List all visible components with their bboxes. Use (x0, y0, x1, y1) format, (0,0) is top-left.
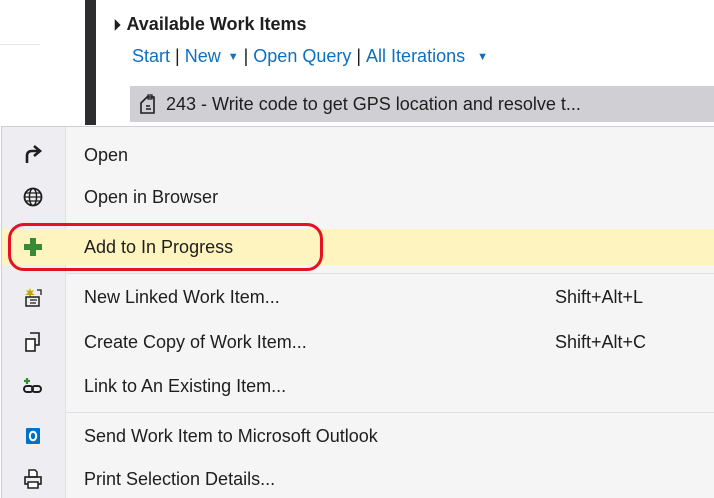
menu-item-open-in-browser[interactable]: Open in Browser (2, 179, 714, 215)
menu-item-new-linked-work-item[interactable]: New Linked Work Item... Shift+Alt+L (2, 279, 714, 315)
menu-label: Link to An Existing Item... (84, 375, 287, 396)
iterations-dropdown-icon[interactable]: ▼ (477, 51, 488, 63)
all-iterations-link[interactable]: All Iterations (366, 46, 465, 67)
print-icon (21, 467, 45, 491)
menu-label: Print Selection Details... (84, 468, 276, 489)
top-divider (0, 44, 40, 45)
link-separator: | (175, 46, 180, 66)
menu-label: Send Work Item to Microsoft Outlook (84, 425, 378, 446)
menu-item-create-copy[interactable]: Create Copy of Work Item... Shift+Alt+C (2, 324, 714, 360)
link-item-icon (21, 374, 45, 398)
start-link[interactable]: Start (132, 46, 170, 67)
link-separator: | (243, 46, 249, 66)
menu-separator (65, 412, 714, 413)
new-link[interactable]: New (185, 46, 221, 67)
highlight-callout (8, 223, 323, 271)
outlook-icon (21, 424, 45, 448)
menu-label: Open in Browser (84, 186, 219, 207)
panel-edge-bar (85, 0, 96, 125)
menu-item-link-existing[interactable]: Link to An Existing Item... (2, 368, 714, 404)
globe-icon (21, 185, 45, 209)
redo-arrow-icon (21, 143, 45, 167)
new-dropdown-icon[interactable]: ▼ (228, 51, 239, 63)
menu-label: New Linked Work Item... (84, 286, 280, 307)
menu-label: Create Copy of Work Item... (84, 331, 307, 352)
work-item-row[interactable]: 243 - Write code to get GPS location and… (130, 86, 714, 122)
section-title: Available Work Items (126, 14, 307, 34)
menu-label: Open (84, 144, 129, 165)
work-item-title: 243 - Write code to get GPS location and… (166, 93, 581, 114)
menu-separator (65, 273, 714, 274)
task-icon (140, 94, 155, 114)
collapse-triangle-icon[interactable]: ◢ (107, 17, 121, 32)
menu-shortcut: Shift+Alt+C (555, 331, 647, 352)
menu-item-send-outlook[interactable]: Send Work Item to Microsoft Outlook (2, 418, 714, 454)
new-linked-item-icon (21, 285, 45, 309)
menu-item-open[interactable]: Open (2, 137, 714, 173)
open-query-link[interactable]: Open Query (253, 46, 351, 67)
copy-icon (21, 330, 45, 354)
menu-item-print-selection[interactable]: Print Selection Details... (2, 461, 714, 497)
work-items-links: Start | New ▼ | Open Query | All Iterati… (132, 46, 488, 67)
section-header[interactable]: ◢ Available Work Items (107, 14, 307, 35)
context-menu: Open Open in Browser Add to In Progress (1, 126, 714, 498)
link-separator: | (356, 46, 362, 66)
menu-shortcut: Shift+Alt+L (555, 286, 644, 307)
